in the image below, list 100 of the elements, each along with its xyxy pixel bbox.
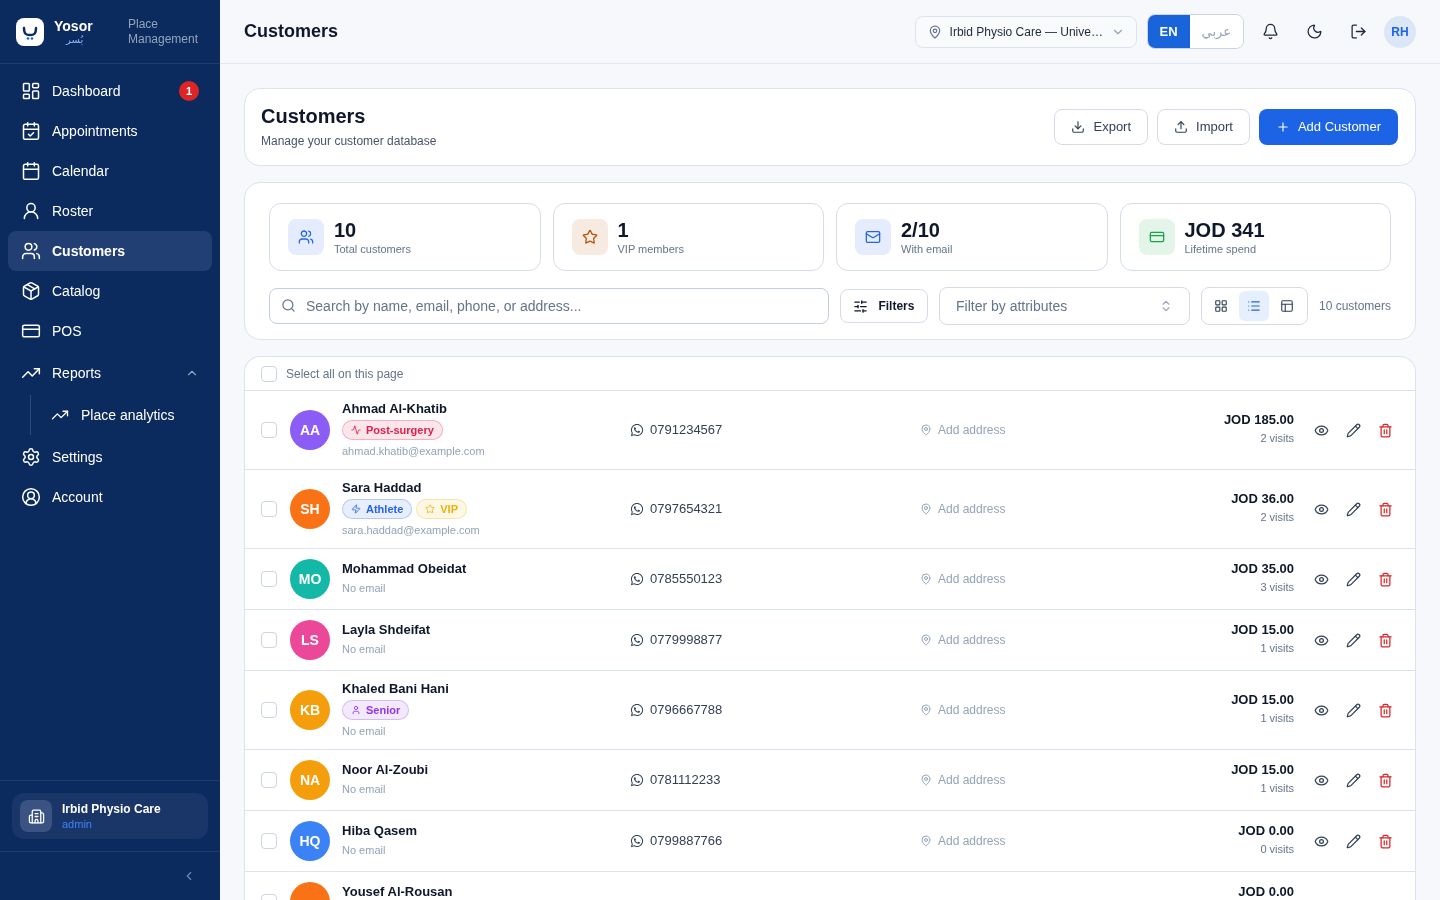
customer-name: Hiba Qasem xyxy=(342,823,419,839)
layout-icon xyxy=(1280,299,1295,313)
phone-number: 0799887766 xyxy=(650,832,723,851)
phone-number: 0779998877 xyxy=(650,631,723,650)
map-pin-icon xyxy=(920,774,932,786)
checkbox[interactable] xyxy=(261,571,277,587)
customer-name: Yousef Al-Rousan xyxy=(342,884,454,900)
whatsapp-icon xyxy=(630,773,644,787)
trash-icon xyxy=(1377,772,1393,788)
customer-avatar: SH xyxy=(290,489,330,529)
visit-count: 3 visits xyxy=(1260,580,1294,595)
language-toggle[interactable]: EN xyxy=(1147,15,1190,48)
customer-count: 10 customers xyxy=(1318,298,1391,315)
section-title: Customers xyxy=(261,104,367,128)
checkbox[interactable] xyxy=(261,632,277,648)
customer-email: ahmad.khatib@example.com xyxy=(342,444,486,459)
package-icon xyxy=(21,281,41,301)
customer-row[interactable]: NA Noor Al-Zoubi No email 0781112233 Add address JOD 15.00 1 visits xyxy=(245,750,1415,811)
trash-icon xyxy=(1377,422,1393,438)
stat-value: JOD 341 xyxy=(1184,218,1265,242)
person-icon xyxy=(21,201,41,221)
sidebar-item[interactable]: Reports xyxy=(8,353,212,393)
whatsapp-icon xyxy=(630,703,644,717)
sidebar-item[interactable]: Catalog xyxy=(8,271,212,311)
grid-icon xyxy=(1214,299,1229,313)
sidebar-item[interactable]: Customers xyxy=(8,231,212,271)
customer-row[interactable]: Yousef Al-Rousan JOD 0.00 xyxy=(245,872,1415,900)
spend-amount: JOD 0.00 xyxy=(1238,823,1294,839)
place-select[interactable]: Irbid Physio Care — Unive… xyxy=(914,15,1137,48)
eye-icon xyxy=(1313,833,1329,849)
filters-button[interactable]: Filters xyxy=(839,289,928,323)
sidebar-item[interactable]: POS xyxy=(8,311,212,351)
spend-amount: JOD 15.00 xyxy=(1231,622,1294,638)
plus-icon xyxy=(1275,120,1290,134)
customer-row[interactable]: LS Layla Shdeifat No email 0779998877 Add address JOD 15.00 1 visits xyxy=(245,610,1415,671)
moon-icon xyxy=(1305,23,1323,40)
export-button[interactable]: Export xyxy=(1054,109,1149,145)
phone-number: 0796667788 xyxy=(650,701,723,720)
add-button[interactable]: Add Customer xyxy=(1258,109,1398,145)
checkbox[interactable] xyxy=(261,833,277,849)
map-pin-icon xyxy=(920,835,932,847)
customer-row[interactable]: AA Ahmad Al-Khatib Post-surgery ahmad.khatib@example.com 0791234567 Add address JOD 185.00 2 visits xyxy=(245,391,1415,470)
sliders-icon xyxy=(853,298,869,314)
attribute-filter-select[interactable]: Filter by attributes xyxy=(938,287,1190,325)
visit-count: 2 visits xyxy=(1260,431,1294,446)
customer-tag: Post-surgery xyxy=(342,420,443,440)
checkbox[interactable] xyxy=(261,702,277,718)
bolt-icon xyxy=(351,504,361,514)
customer-name: Noor Al-Zoubi xyxy=(342,762,430,778)
sidebar-item[interactable]: Appointments xyxy=(8,111,212,151)
customer-avatar: NA xyxy=(290,760,330,800)
person-icon xyxy=(351,705,361,715)
customer-email: No email xyxy=(342,642,387,657)
checkbox[interactable] xyxy=(261,501,277,517)
notification-badge: 1 xyxy=(179,81,199,101)
import-button[interactable]: Import xyxy=(1157,109,1250,145)
customer-row[interactable]: KB Khaled Bani Hani Senior No email 0796667788 Add address JOD 15.00 1 visits xyxy=(245,671,1415,750)
whatsapp-icon xyxy=(630,633,644,647)
sidebar-subitem[interactable]: Place analytics xyxy=(38,395,212,435)
spend-amount: JOD 36.00 xyxy=(1231,491,1294,507)
trash-icon xyxy=(1377,702,1393,718)
spend-amount: JOD 0.00 xyxy=(1238,884,1294,900)
customer-row[interactable]: HQ Hiba Qasem No email 0799887766 Add address JOD 0.00 0 visits xyxy=(245,811,1415,872)
trash-icon xyxy=(1377,632,1393,648)
map-pin-icon xyxy=(920,704,932,716)
pencil-icon xyxy=(1345,501,1361,517)
role-label: admin xyxy=(62,817,93,831)
customer-row[interactable]: SH Sara Haddad Athlete VIP sara.haddad@example.com 0797654321 Add address JOD 36.00 2 visits xyxy=(245,470,1415,549)
customer-row[interactable]: MO Mohammad Obeidat No email 0785550123 Add address JOD 35.00 3 visits xyxy=(245,549,1415,610)
customer-email: No email xyxy=(342,843,387,858)
sidebar-item[interactable]: Settings xyxy=(8,437,212,477)
search-field[interactable]: Search by name, email, phone, or address... xyxy=(269,288,829,324)
map-pin-icon xyxy=(920,573,932,585)
sidebar-item[interactable]: Roster xyxy=(8,191,212,231)
customer-name: Khaled Bani Hani xyxy=(342,681,450,697)
customer-email: sara.haddad@example.com xyxy=(342,523,481,538)
customer-email: No email xyxy=(342,581,387,596)
trash-icon xyxy=(1377,571,1393,587)
pulse-icon xyxy=(351,425,361,435)
pencil-icon xyxy=(1345,422,1361,438)
eye-icon xyxy=(1313,772,1329,788)
place-card[interactable]: Irbid Physio Care admin xyxy=(12,793,208,839)
checkbox[interactable] xyxy=(261,365,277,382)
building-icon xyxy=(20,800,52,832)
pencil-icon xyxy=(1345,833,1361,849)
checkbox[interactable] xyxy=(261,772,277,788)
section-subtitle: Manage your customer database xyxy=(261,133,437,150)
sidebar-item[interactable]: Dashboard 1 xyxy=(8,71,212,111)
sidebar-item[interactable]: Calendar xyxy=(8,151,212,191)
page-title: Customers xyxy=(244,20,339,43)
whatsapp-icon xyxy=(630,834,644,848)
whatsapp-icon xyxy=(630,502,644,516)
user-avatar[interactable]: RH xyxy=(1384,15,1416,48)
sidebar-item[interactable]: Account xyxy=(8,477,212,517)
spend-amount: JOD 185.00 xyxy=(1223,412,1294,428)
customer-tag: Senior xyxy=(342,700,410,720)
eye-icon xyxy=(1313,501,1329,517)
stat-value: 2/10 xyxy=(901,218,941,242)
checkbox[interactable] xyxy=(261,422,277,438)
calendar-icon xyxy=(21,161,41,181)
